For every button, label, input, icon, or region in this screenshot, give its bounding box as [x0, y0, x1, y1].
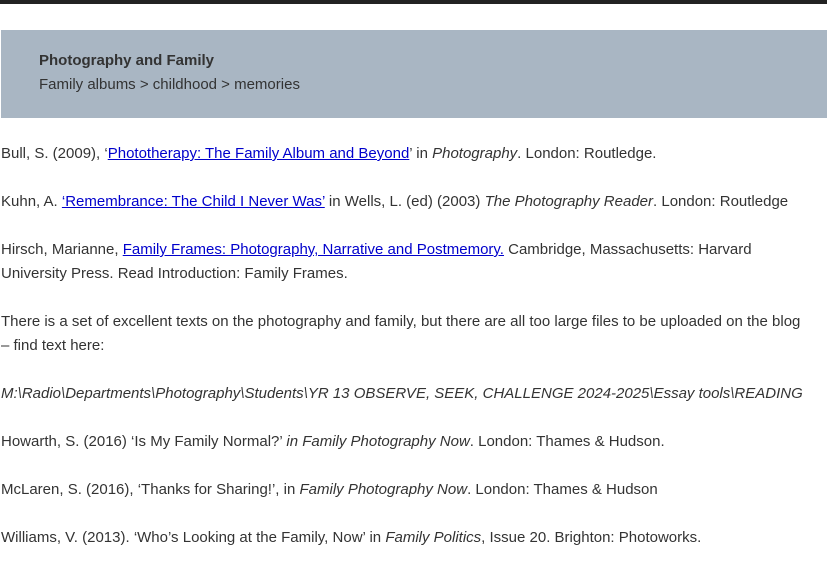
reference-text: . London: Thames & Hudson.	[469, 433, 665, 450]
reference-source-title: Family Photography Now	[299, 481, 468, 498]
reference-text: . London: Routledge	[653, 193, 789, 210]
reference-text: . London: Routledge.	[517, 145, 657, 162]
reference-text: Bull, S. (2009), ‘	[1, 145, 108, 162]
reference-howarth: Howarth, S. (2016) ‘Is My Family Normal?…	[1, 430, 811, 454]
reference-text: McLaren, S. (2016), ‘Thanks for Sharing!…	[1, 481, 300, 498]
file-path: M:\Radio\Departments\Photography\Student…	[1, 385, 803, 402]
header-banner: Photography and Family Family albums > c…	[1, 30, 827, 118]
reference-text: Kuhn, A.	[1, 193, 62, 210]
reference-kuhn: Kuhn, A. ‘Remembrance: The Child I Never…	[1, 190, 811, 214]
link-phototherapy[interactable]: Phototherapy: The Family Album and Beyon…	[108, 145, 410, 162]
breadcrumb: Family albums > childhood > memories	[39, 76, 300, 93]
reference-text: Williams, V. (2013). ‘Who’s Looking at t…	[1, 529, 386, 546]
reference-source-title: The Photography Reader	[484, 193, 654, 210]
reference-text: , Issue 20. Brighton: Photoworks.	[481, 529, 702, 546]
reference-williams: Williams, V. (2013). ‘Who’s Looking at t…	[1, 526, 811, 550]
reference-text: ’ in	[409, 145, 433, 162]
link-family-frames[interactable]: Family Frames: Photography, Narrative an…	[123, 241, 504, 258]
reference-source-title: in Family Photography Now	[286, 433, 470, 450]
reference-text: in Wells, L. (ed) (2003)	[324, 193, 485, 210]
page-title: Photography and Family	[39, 52, 215, 69]
link-remembrance[interactable]: ‘Remembrance: The Child I Never Was’	[62, 193, 325, 210]
reference-text: Howarth, S. (2016) ‘Is My Family Normal?…	[1, 433, 287, 450]
reference-bull: Bull, S. (2009), ‘Phototherapy: The Fami…	[1, 142, 811, 166]
reference-text: Hirsch, Marianne,	[1, 241, 123, 258]
top-bar	[0, 0, 827, 4]
note-paragraph: There is a set of excellent texts on the…	[1, 313, 801, 354]
reference-source-title: Photography	[432, 145, 518, 162]
reference-mclaren: McLaren, S. (2016), ‘Thanks for Sharing!…	[1, 478, 811, 502]
reference-hirsch: Hirsch, Marianne, Family Frames: Photogr…	[1, 238, 811, 286]
reference-source-title: Family Politics	[385, 529, 482, 546]
reference-text: . London: Thames & Hudson	[467, 481, 658, 498]
